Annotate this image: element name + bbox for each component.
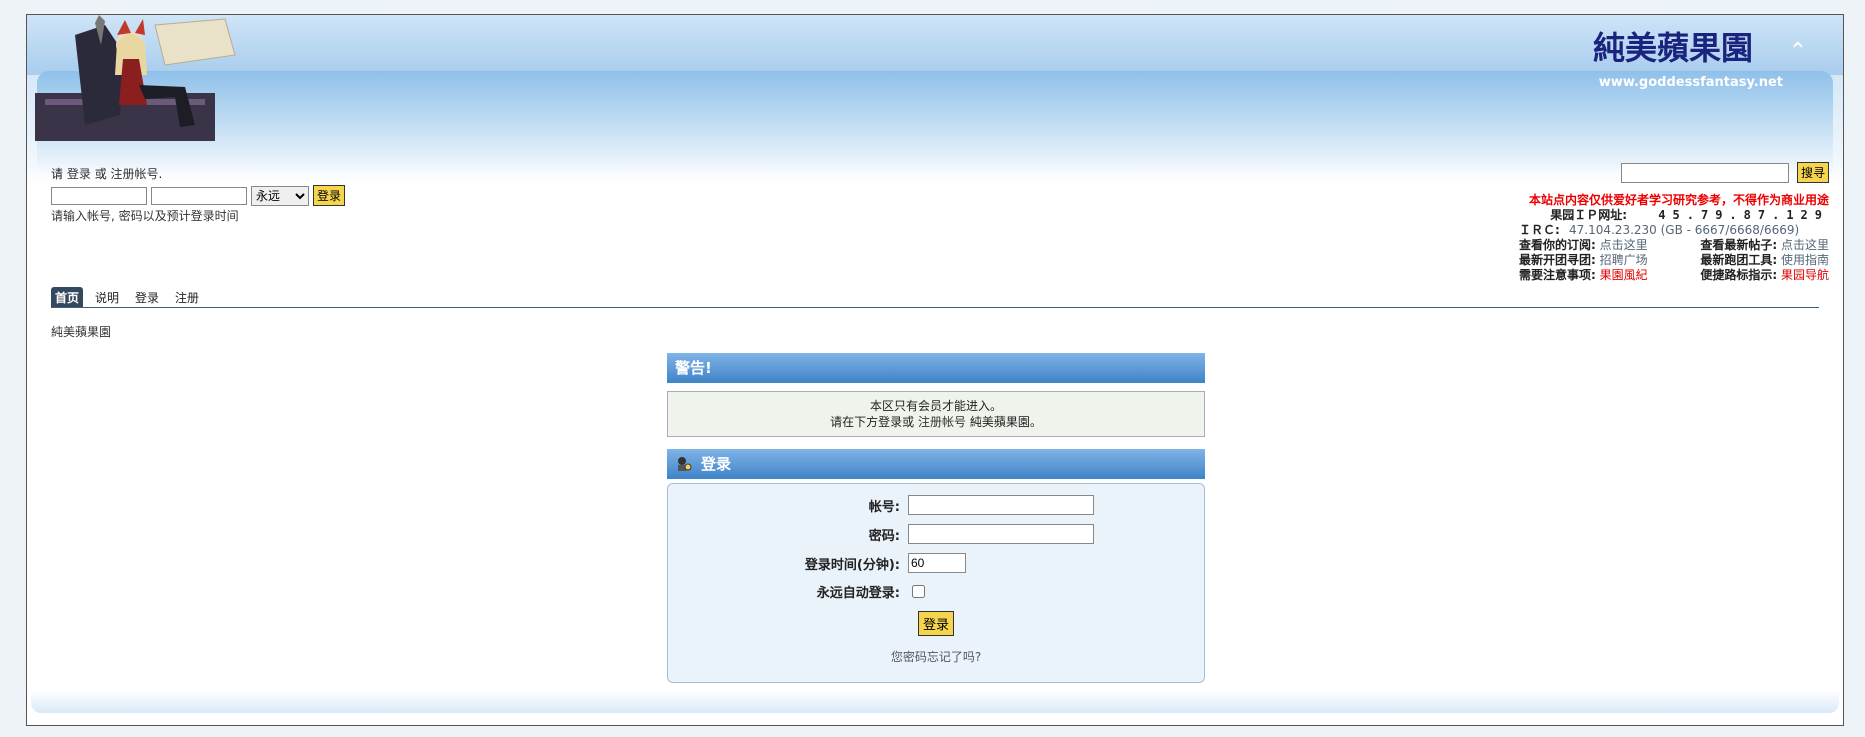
ip-value: 45.79.87.129 bbox=[1658, 208, 1829, 222]
tab-home[interactable]: 首页 bbox=[51, 287, 84, 307]
auto-login-label: 永远自动登录: bbox=[816, 585, 900, 601]
irc-label: ＩＲＣ: bbox=[1519, 223, 1560, 237]
warning-line2: 请在下方登录或 注册帐号 純美蘋果園。 bbox=[668, 414, 1204, 430]
tab-help[interactable]: 说明 bbox=[91, 287, 123, 307]
login-prompt-prefix: 请 bbox=[51, 167, 64, 181]
site-notice: 本站点内容仅供爱好者学习研究参考，不得作为商业用途 果园ＩＰ网址: 45.79.… bbox=[1519, 193, 1829, 283]
login-panel-header: 登录 bbox=[667, 449, 1205, 479]
login-panel-title: 登录 bbox=[701, 455, 732, 473]
warning-register-link[interactable]: 注册帐号 bbox=[918, 415, 966, 429]
search-box: 搜寻 bbox=[1620, 162, 1829, 183]
quick-login-button[interactable]: 登录 bbox=[313, 185, 346, 206]
notice-link[interactable]: 果園風紀 bbox=[1600, 268, 1648, 282]
submit-row: 登录 bbox=[668, 610, 1204, 636]
username-row: 帐号: bbox=[668, 494, 1204, 516]
ip-row: 果园ＩＰ网址: 45.79.87.129 bbox=[1519, 208, 1829, 223]
session-time-input[interactable] bbox=[908, 553, 966, 573]
top-login-link[interactable]: 登录 bbox=[67, 167, 91, 181]
forgot-password-link[interactable]: 您密码忘记了吗? bbox=[668, 648, 1204, 665]
banner-top bbox=[27, 15, 1843, 75]
notice-link[interactable]: 招聘广场 bbox=[1600, 253, 1648, 267]
warning-panel: 警告! 本区只有会员才能进入。 请在下方登录或 注册帐号 純美蘋果園。 bbox=[667, 353, 1205, 437]
password-label: 密码: bbox=[868, 528, 900, 544]
login-duration-select[interactable]: 永远 bbox=[251, 185, 309, 206]
login-prompt-suffix: . bbox=[158, 167, 163, 181]
footer-band bbox=[31, 691, 1839, 713]
auto-login-checkbox[interactable] bbox=[912, 584, 925, 598]
notice-key: 查看你的订阅: bbox=[1519, 238, 1596, 252]
site-title[interactable]: 純美蘋果園 bbox=[1593, 23, 1753, 69]
session-time-row: 登录时间(分钟): bbox=[668, 552, 1204, 574]
auto-login-row: 永远自动登录: bbox=[668, 580, 1204, 602]
login-hint: 请输入帐号, 密码以及预计登录时间 bbox=[51, 209, 239, 223]
warning-line1: 本区只有会员才能进入。 bbox=[869, 399, 1002, 413]
password-input[interactable] bbox=[908, 524, 1094, 544]
notice-link[interactable]: 果园导航 bbox=[1781, 268, 1829, 282]
key-user-icon bbox=[678, 457, 692, 471]
page-frame: 純美蘋果園 ⌃ www.goddessfantasy.net 请 登录 或 注册… bbox=[26, 14, 1844, 726]
notice-key: 最新跑团工具: bbox=[1700, 253, 1778, 267]
notice-key: 便捷路标指示: bbox=[1700, 268, 1778, 282]
tab-login[interactable]: 登录 bbox=[131, 287, 163, 307]
notice-link[interactable]: 使用指南 bbox=[1781, 253, 1829, 267]
irc-row: ＩＲＣ: 47.104.23.230 (GB - 6667/6668/6669) bbox=[1519, 223, 1829, 238]
usage-warning: 本站点内容仅供爱好者学习研究参考，不得作为商业用途 bbox=[1528, 193, 1829, 207]
anime-mascot-image bbox=[35, 15, 236, 141]
main-nav: 首页 说明 登录 注册 bbox=[51, 287, 1819, 308]
warning-line2-prefix: 请在下方登录或 bbox=[830, 415, 915, 429]
top-register-link[interactable]: 注册帐号 bbox=[111, 167, 159, 181]
warning-title: 警告! bbox=[667, 353, 1205, 383]
chevron-up-icon[interactable]: ⌃ bbox=[1789, 39, 1807, 64]
warning-body: 本区只有会员才能进入。 请在下方登录或 注册帐号 純美蘋果園。 bbox=[667, 391, 1205, 437]
banner-band bbox=[37, 71, 1833, 171]
ip-label: 果园ＩＰ网址: bbox=[1550, 208, 1628, 222]
login-prompt-or: 或 bbox=[94, 167, 107, 181]
session-time-label: 登录时间(分钟): bbox=[804, 557, 900, 573]
notice-row: 需要注意事项: 果園風紀 便捷路标指示: 果园导航 bbox=[1519, 268, 1829, 283]
warning-line2-suffix: 純美蘋果園。 bbox=[969, 415, 1042, 429]
tab-register[interactable]: 注册 bbox=[171, 287, 203, 307]
notice-row: 最新开团寻团: 招聘广场 最新跑团工具: 使用指南 bbox=[1519, 253, 1829, 268]
notice-row: 查看你的订阅: 点击这里 查看最新帖子: 点击这里 bbox=[1519, 238, 1829, 253]
search-input[interactable] bbox=[1620, 162, 1789, 183]
username-label: 帐号: bbox=[868, 499, 900, 515]
quick-username-input[interactable] bbox=[51, 186, 147, 205]
quick-password-input[interactable] bbox=[151, 186, 247, 205]
password-row: 密码: bbox=[668, 523, 1204, 545]
notice-link[interactable]: 点击这里 bbox=[1600, 238, 1648, 252]
notice-key: 最新开团寻团: bbox=[1519, 253, 1596, 267]
site-url[interactable]: www.goddessfantasy.net bbox=[1599, 75, 1783, 90]
login-panel: 登录 帐号: 密码: 登录时间(分钟): 永远自动登录: 登录 您密码忘记了 bbox=[667, 449, 1205, 683]
irc-value: 47.104.23.230 (GB - 6667/6668/6669) bbox=[1569, 223, 1800, 237]
login-form: 帐号: 密码: 登录时间(分钟): 永远自动登录: 登录 您密码忘记了吗? bbox=[667, 483, 1205, 683]
quick-login-form: 永远 登录 bbox=[51, 185, 346, 206]
username-input[interactable] bbox=[908, 495, 1094, 515]
login-prompt: 请 登录 或 注册帐号. bbox=[51, 165, 162, 182]
breadcrumb[interactable]: 純美蘋果園 bbox=[51, 323, 111, 340]
notice-key: 查看最新帖子: bbox=[1700, 238, 1778, 252]
notice-link[interactable]: 点击这里 bbox=[1781, 238, 1829, 252]
login-submit-button[interactable]: 登录 bbox=[917, 610, 954, 636]
search-button[interactable]: 搜寻 bbox=[1796, 162, 1829, 183]
notice-key: 需要注意事项: bbox=[1519, 268, 1596, 282]
